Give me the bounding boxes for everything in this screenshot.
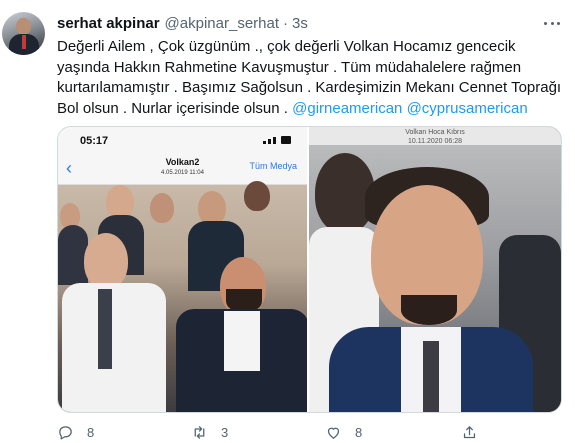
retweet-count: 3 (221, 425, 229, 440)
photo-caption-title: Volkan Hoca Kıbrıs (405, 129, 465, 136)
share-button[interactable] (461, 424, 478, 441)
tweet-actions: 8 3 8 (57, 424, 562, 443)
tweet-text: Değerli Ailem , Çok üzgünüm ., çok değer… (57, 37, 562, 119)
tweet[interactable]: serhat akpinar @akpinar_serhat · 3s Değe… (0, 0, 575, 443)
tweet-header: serhat akpinar @akpinar_serhat · 3s (57, 14, 308, 32)
phone-time: 05:17 (80, 135, 109, 147)
author-name[interactable]: serhat akpinar (57, 15, 160, 32)
media-grid: 05:17 ‹ Volkan2 4.05.2019 11:04 Tüm Medy… (57, 126, 562, 413)
reply-count: 8 (87, 425, 95, 440)
tweet-text-segment: Bol olsun . Nurlar içerisinde olsun . (57, 99, 288, 117)
avatar-tie (22, 35, 26, 49)
tweet-time[interactable]: 3s (292, 15, 308, 32)
mention-link[interactable]: @cyprusamerican (407, 100, 528, 117)
photo-left[interactable]: 05:17 ‹ Volkan2 4.05.2019 11:04 Tüm Medy… (58, 127, 309, 412)
retweet-icon (194, 426, 205, 439)
share-icon (463, 426, 476, 439)
photo-scene (309, 145, 561, 412)
heart-icon (327, 427, 340, 439)
like-button[interactable]: 8 (325, 424, 362, 441)
author-handle[interactable]: @akpinar_serhat (165, 15, 279, 32)
retweet-button[interactable]: 3 (191, 424, 228, 441)
phone-status-bar: 05:17 (58, 127, 307, 153)
avatar-head (16, 18, 31, 35)
photo-right[interactable]: Volkan Hoca Kıbrıs 10.11.2020 06:28 (309, 127, 561, 412)
tweet-text-line-last: Bol olsun . Nurlar içerisinde olsun . @g… (57, 99, 562, 120)
tweet-text-line: kurtarılamamıştır . Başımız Sağolsun . K… (57, 79, 562, 96)
reply-icon (59, 426, 72, 440)
phone-nav-bar: ‹ Volkan2 4.05.2019 11:04 Tüm Medya (58, 153, 307, 185)
reply-button[interactable]: 8 (57, 424, 94, 441)
mention-link[interactable]: @girneamerican (292, 100, 402, 117)
phone-media-link: Tüm Medya (249, 161, 297, 171)
photo-caption: Volkan Hoca Kıbrıs 10.11.2020 06:28 (309, 127, 561, 145)
tweet-text-line: yaşında Hakkın Rahmetine Kavuşmuştur . T… (57, 58, 522, 76)
more-icon[interactable] (541, 14, 563, 32)
tweet-text-line: Değerli Ailem , Çok üzgünüm ., çok değer… (57, 38, 516, 55)
like-count: 8 (355, 425, 363, 440)
photo-scene (58, 181, 307, 412)
signal-icon (263, 136, 293, 144)
separator-dot: · (283, 14, 289, 32)
avatar[interactable] (2, 12, 45, 55)
